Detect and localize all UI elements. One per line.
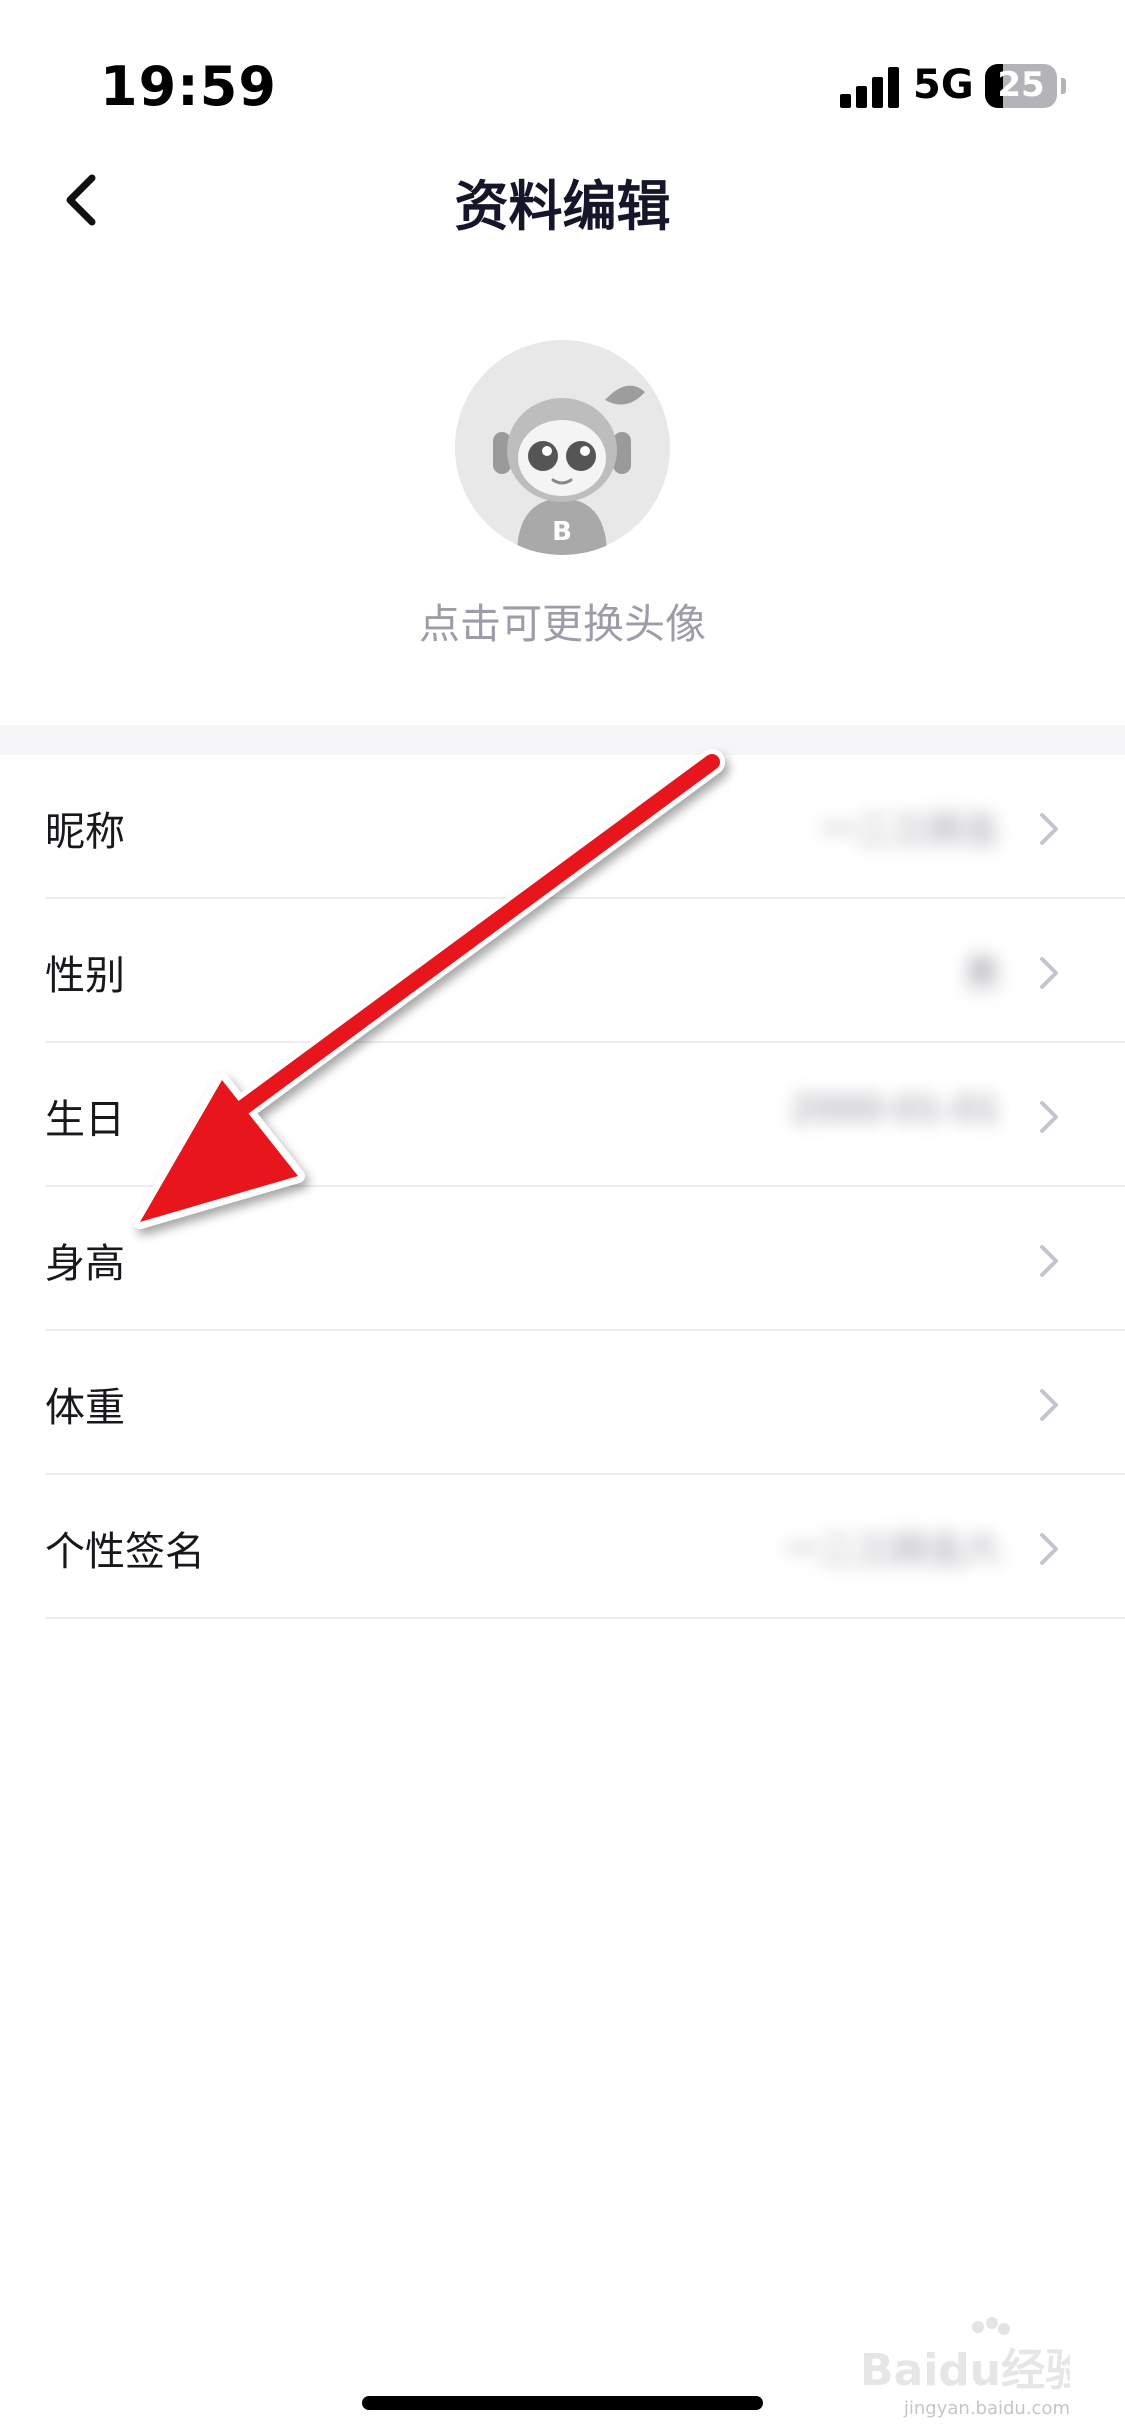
cellular-signal-icon: [840, 66, 900, 108]
row-value: 2000-01-01: [790, 1089, 1000, 1130]
avatar[interactable]: B: [455, 340, 670, 555]
home-indicator: [362, 2396, 763, 2410]
row-label: 性别: [45, 953, 125, 999]
row-nickname[interactable]: 昵称 一二三四五: [0, 755, 1125, 899]
chevron-right-icon: [1040, 813, 1058, 845]
row-height[interactable]: 身高: [0, 1187, 1125, 1331]
chevron-right-icon: [1040, 1389, 1058, 1421]
avatar-change-hint[interactable]: 点击可更换头像: [0, 590, 1125, 650]
row-gender[interactable]: 性别 男: [0, 899, 1125, 1043]
watermark-url: jingyan.baidu.com: [903, 2398, 1070, 2419]
row-value: 男: [963, 954, 1000, 995]
battery-level: 25: [997, 65, 1045, 105]
divider: [45, 1617, 1125, 1619]
battery-cap: [1061, 78, 1066, 94]
page-title: 资料编辑: [454, 175, 671, 238]
row-value: 一二三四五: [819, 810, 1000, 851]
svg-text:Baidu经验: Baidu经验: [860, 2345, 1070, 2396]
robot-mascot-icon: B: [455, 340, 669, 555]
chevron-right-icon: [1040, 1245, 1058, 1277]
row-label: 身高: [45, 1241, 125, 1287]
row-label: 个性签名: [45, 1529, 205, 1575]
row-label: 生日: [45, 1097, 125, 1143]
row-value: 一二三四五六: [783, 1530, 1000, 1571]
baidu-jingyan-watermark-logo: Baidu经验: [860, 2317, 1070, 2396]
svg-text:B: B: [552, 517, 572, 547]
network-type: 5G: [913, 62, 974, 108]
chevron-right-icon: [1040, 1101, 1058, 1133]
chevron-right-icon: [1040, 957, 1058, 989]
status-bar: 19:59 5G 25: [0, 0, 1125, 170]
section-divider: [0, 725, 1125, 755]
battery-icon: 25: [985, 64, 1057, 108]
row-label: 昵称: [45, 809, 125, 855]
row-weight[interactable]: 体重: [0, 1331, 1125, 1475]
row-label: 体重: [45, 1385, 125, 1431]
row-signature[interactable]: 个性签名 一二三四五六: [0, 1475, 1125, 1619]
status-time: 19:59: [100, 55, 277, 118]
profile-list: 昵称 一二三四五 性别 男 生日 2000-01-01 身高 体重 个性签名 一…: [0, 755, 1125, 1619]
row-birthday[interactable]: 生日 2000-01-01: [0, 1043, 1125, 1187]
chevron-right-icon: [1040, 1533, 1058, 1565]
